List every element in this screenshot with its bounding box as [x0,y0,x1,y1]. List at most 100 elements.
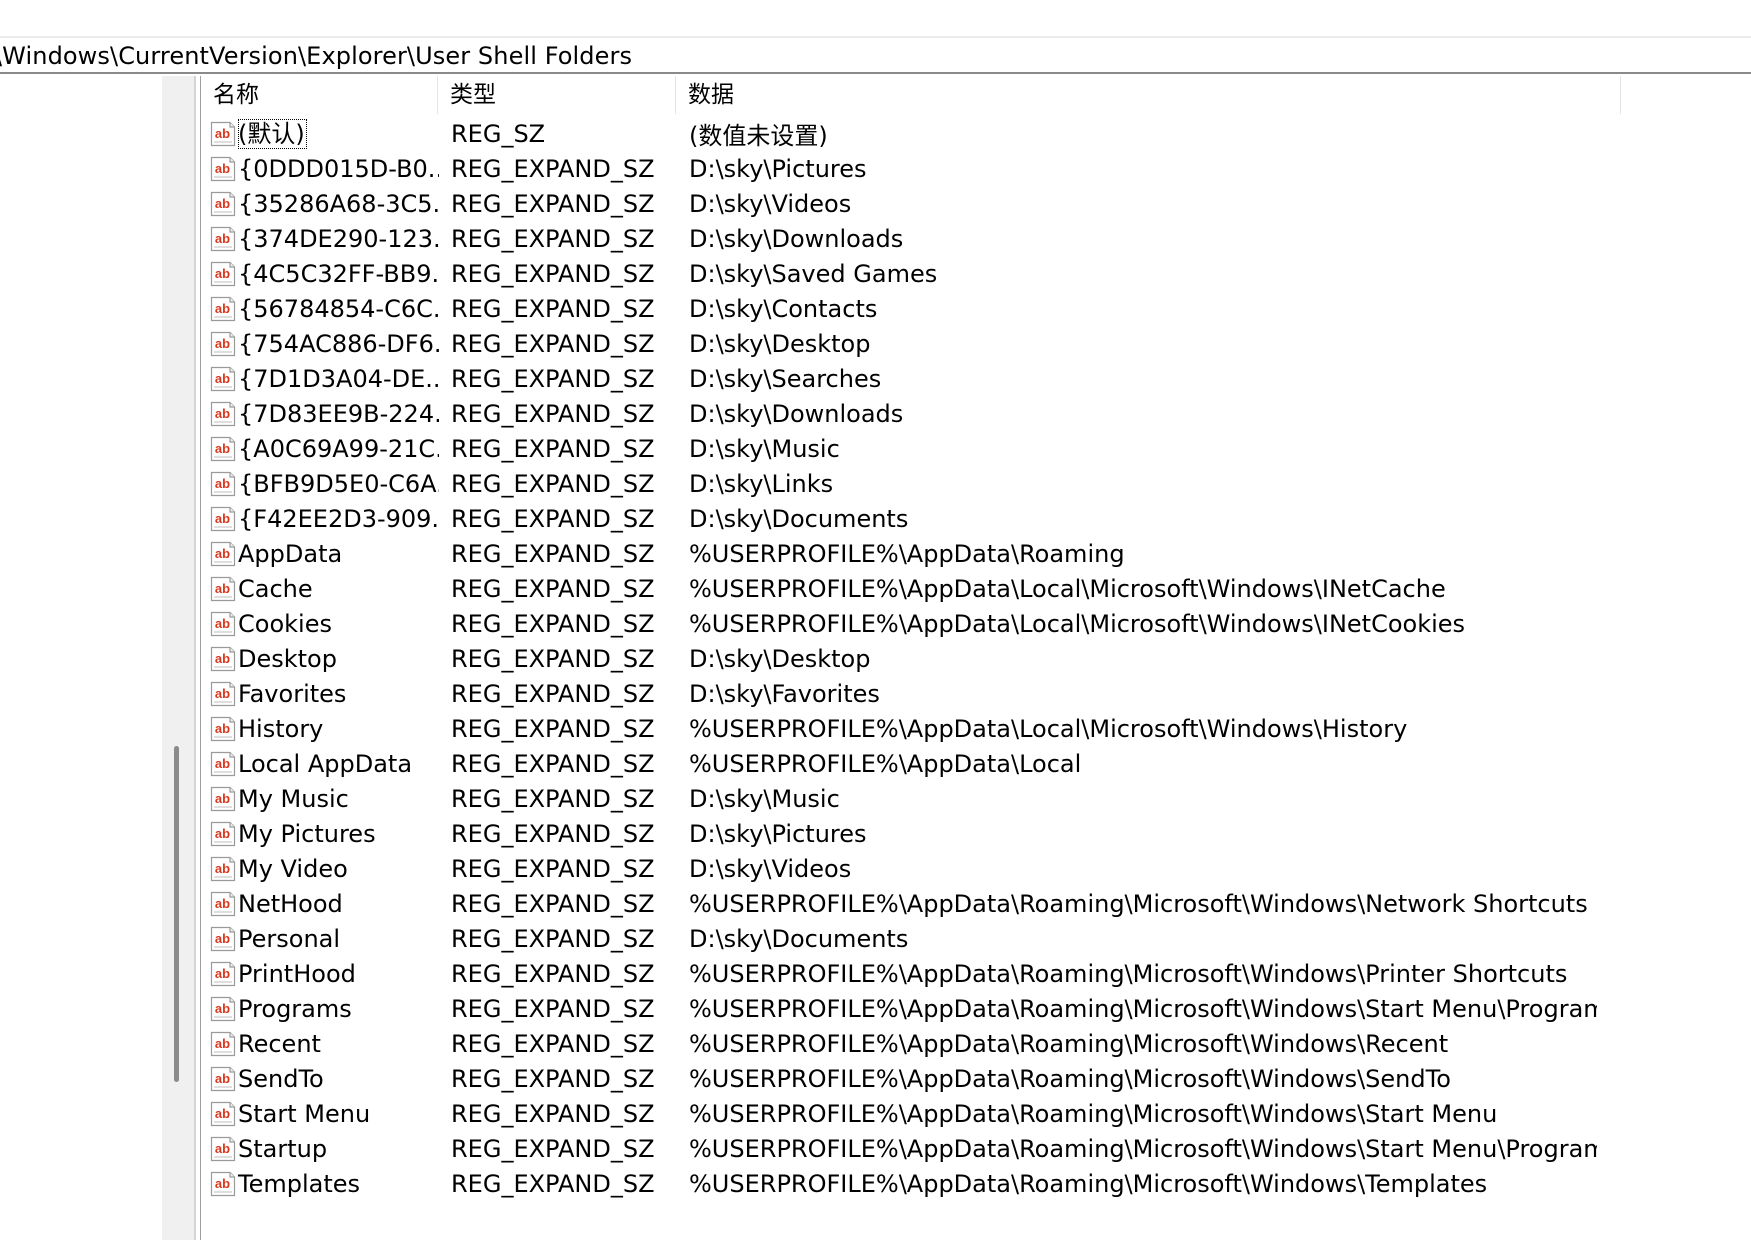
value-name: {F42EE2D3-909... [238,504,439,533]
list-item[interactable]: ab Start Menu REG_EXPAND_SZ %USERPROFILE%\A… [201,1096,1751,1131]
value-name-cell[interactable]: ab {754AC886-DF6... [201,329,439,359]
value-name-cell[interactable]: ab Personal [201,924,439,954]
list-item[interactable]: ab My Pictures REG_EXPAND_SZ D:\sky\Picture… [201,816,1751,851]
list-item[interactable]: ab AppData REG_EXPAND_SZ %USERPROFILE%\AppD… [201,536,1751,571]
list-item[interactable]: ab History REG_EXPAND_SZ %USERPROFILE%\AppD… [201,711,1751,746]
value-name-cell[interactable]: ab PrintHood [201,959,439,989]
value-data: D:\sky\Desktop [689,329,871,358]
value-name: {374DE290-123... [238,224,439,253]
address-path[interactable]: \Windows\CurrentVersion\Explorer\User Sh… [0,41,632,71]
value-name-cell[interactable]: ab {7D1D3A04-DE... [201,364,439,394]
value-name-cell[interactable]: ab {374DE290-123... [201,224,439,254]
svg-text:ab: ab [215,1071,230,1086]
list-item[interactable]: ab (默认) REG_SZ (数值未设置) [201,116,1751,151]
value-name-cell[interactable]: ab {4C5C32FF-BB9... [201,259,439,289]
list-item[interactable]: ab {374DE290-123... REG_EXPAND_SZ D:\sky\Do… [201,221,1751,256]
value-name-cell[interactable]: ab Startup [201,1134,439,1164]
value-name: Programs [238,994,352,1023]
value-type: REG_EXPAND_SZ [451,924,655,953]
column-header-type[interactable]: 类型 [438,76,676,114]
value-name-cell[interactable]: ab History [201,714,439,744]
value-name-cell[interactable]: ab Local AppData [201,749,439,779]
list-item[interactable]: ab {754AC886-DF6... REG_EXPAND_SZ D:\sky\De… [201,326,1751,361]
value-name-cell[interactable]: ab {BFB9D5E0-C6A... [201,469,439,499]
value-type: REG_EXPAND_SZ [451,154,655,183]
value-name-cell[interactable]: ab Programs [201,994,439,1024]
value-name-cell[interactable]: ab Favorites [201,679,439,709]
value-name-cell[interactable]: ab Desktop [201,644,439,674]
value-name: {0DDD015D-B0... [238,154,439,183]
list-item[interactable]: ab PrintHood REG_EXPAND_SZ %USERPROFILE%\Ap… [201,956,1751,991]
value-name-cell[interactable]: ab {A0C69A99-21C... [201,434,439,464]
value-name-cell[interactable]: ab {35286A68-3C5... [201,189,439,219]
svg-text:ab: ab [215,791,230,806]
value-name: My Music [238,784,349,813]
value-name-cell[interactable]: ab SendTo [201,1064,439,1094]
svg-text:ab: ab [215,371,230,386]
column-header-data[interactable]: 数据 [676,76,1621,114]
value-data: D:\sky\Documents [689,504,909,533]
value-type: REG_EXPAND_SZ [451,259,655,288]
list-item[interactable]: ab {35286A68-3C5... REG_EXPAND_SZ D:\sky\Vi… [201,186,1751,221]
value-name-cell[interactable]: ab {0DDD015D-B0... [201,154,439,184]
svg-text:ab: ab [215,511,230,526]
list-item[interactable]: ab SendTo REG_EXPAND_SZ %USERPROFILE%\AppDa… [201,1061,1751,1096]
key-tree-pane[interactable] [0,76,162,1240]
value-name-cell[interactable]: ab {F42EE2D3-909... [201,504,439,534]
value-name-cell[interactable]: ab NetHood [201,889,439,919]
svg-text:ab: ab [215,826,230,841]
value-name: PrintHood [238,959,356,988]
list-item[interactable]: ab Programs REG_EXPAND_SZ %USERPROFILE%\App… [201,991,1751,1026]
list-item[interactable]: ab NetHood REG_EXPAND_SZ %USERPROFILE%\AppD… [201,886,1751,921]
list-item[interactable]: ab {56784854-C6C... REG_EXPAND_SZ D:\sky\Co… [201,291,1751,326]
value-name-cell[interactable]: ab My Pictures [201,819,439,849]
list-item[interactable]: ab Cache REG_EXPAND_SZ %USERPROFILE%\AppDat… [201,571,1751,606]
value-name-cell[interactable]: ab Cookies [201,609,439,639]
list-item[interactable]: ab {4C5C32FF-BB9... REG_EXPAND_SZ D:\sky\Sa… [201,256,1751,291]
list-item[interactable]: ab Startup REG_EXPAND_SZ %USERPROFILE%\AppD… [201,1131,1751,1166]
value-type: REG_EXPAND_SZ [451,469,655,498]
list-item[interactable]: ab Templates REG_EXPAND_SZ %USERPROFILE%\Ap… [201,1166,1751,1201]
value-type: REG_EXPAND_SZ [451,294,655,323]
list-item[interactable]: ab {0DDD015D-B0... REG_EXPAND_SZ D:\sky\Pic… [201,151,1751,186]
list-item[interactable]: ab {7D1D3A04-DE... REG_EXPAND_SZ D:\sky\Sea… [201,361,1751,396]
list-item[interactable]: ab Local AppData REG_EXPAND_SZ %USERPROFILE… [201,746,1751,781]
value-name-cell[interactable]: ab My Video [201,854,439,884]
list-item[interactable]: ab Personal REG_EXPAND_SZ D:\sky\Documents [201,921,1751,956]
list-item[interactable]: ab My Music REG_EXPAND_SZ D:\sky\Music [201,781,1751,816]
svg-text:ab: ab [215,1176,230,1191]
value-name-cell[interactable]: ab Start Menu [201,1099,439,1129]
list-item[interactable]: ab Cookies REG_EXPAND_SZ %USERPROFILE%\AppD… [201,606,1751,641]
value-name-cell[interactable]: ab (默认) [201,118,439,149]
list-item[interactable]: ab Recent REG_EXPAND_SZ %USERPROFILE%\AppDa… [201,1026,1751,1061]
list-item[interactable]: ab {A0C69A99-21C... REG_EXPAND_SZ D:\sky\Mu… [201,431,1751,466]
value-name: {BFB9D5E0-C6A... [238,469,439,498]
list-item[interactable]: ab {7D83EE9B-224... REG_EXPAND_SZ D:\sky\Do… [201,396,1751,431]
value-name-cell[interactable]: ab {56784854-C6C... [201,294,439,324]
list-item[interactable]: ab Desktop REG_EXPAND_SZ D:\sky\Desktop [201,641,1751,676]
value-type: REG_EXPAND_SZ [451,714,655,743]
svg-text:ab: ab [215,1001,230,1016]
list-item[interactable]: ab {F42EE2D3-909... REG_EXPAND_SZ D:\sky\Do… [201,501,1751,536]
value-name: SendTo [238,1064,324,1093]
value-name-cell[interactable]: ab {7D83EE9B-224... [201,399,439,429]
values-list: ab (默认) REG_SZ (数值未设置) ab {0DDD015D-B0... REG_… [201,116,1751,1201]
list-item[interactable]: ab Favorites REG_EXPAND_SZ D:\sky\Favorites [201,676,1751,711]
value-name-cell[interactable]: ab Recent [201,1029,439,1059]
string-value-icon: ab [210,366,236,391]
value-name-cell[interactable]: ab My Music [201,784,439,814]
list-item[interactable]: ab {BFB9D5E0-C6A... REG_EXPAND_SZ D:\sky\Li… [201,466,1751,501]
column-header-name[interactable]: 名称 [201,76,438,114]
string-value-icon: ab [210,1031,236,1056]
value-name-cell[interactable]: ab Cache [201,574,439,604]
value-name-cell[interactable]: ab Templates [201,1169,439,1199]
tree-scrollbar[interactable] [162,76,194,1240]
tree-scrollbar-thumb[interactable] [174,746,179,1082]
value-type: REG_EXPAND_SZ [451,1134,655,1163]
address-bar[interactable]: \Windows\CurrentVersion\Explorer\User Sh… [0,38,1751,74]
string-value-icon: ab [210,996,236,1021]
list-item[interactable]: ab My Video REG_EXPAND_SZ D:\sky\Videos [201,851,1751,886]
value-name: {35286A68-3C5... [238,189,439,218]
value-name-cell[interactable]: ab AppData [201,539,439,569]
value-data: %USERPROFILE%\AppData\Roaming\Microsoft\… [689,1099,1498,1128]
